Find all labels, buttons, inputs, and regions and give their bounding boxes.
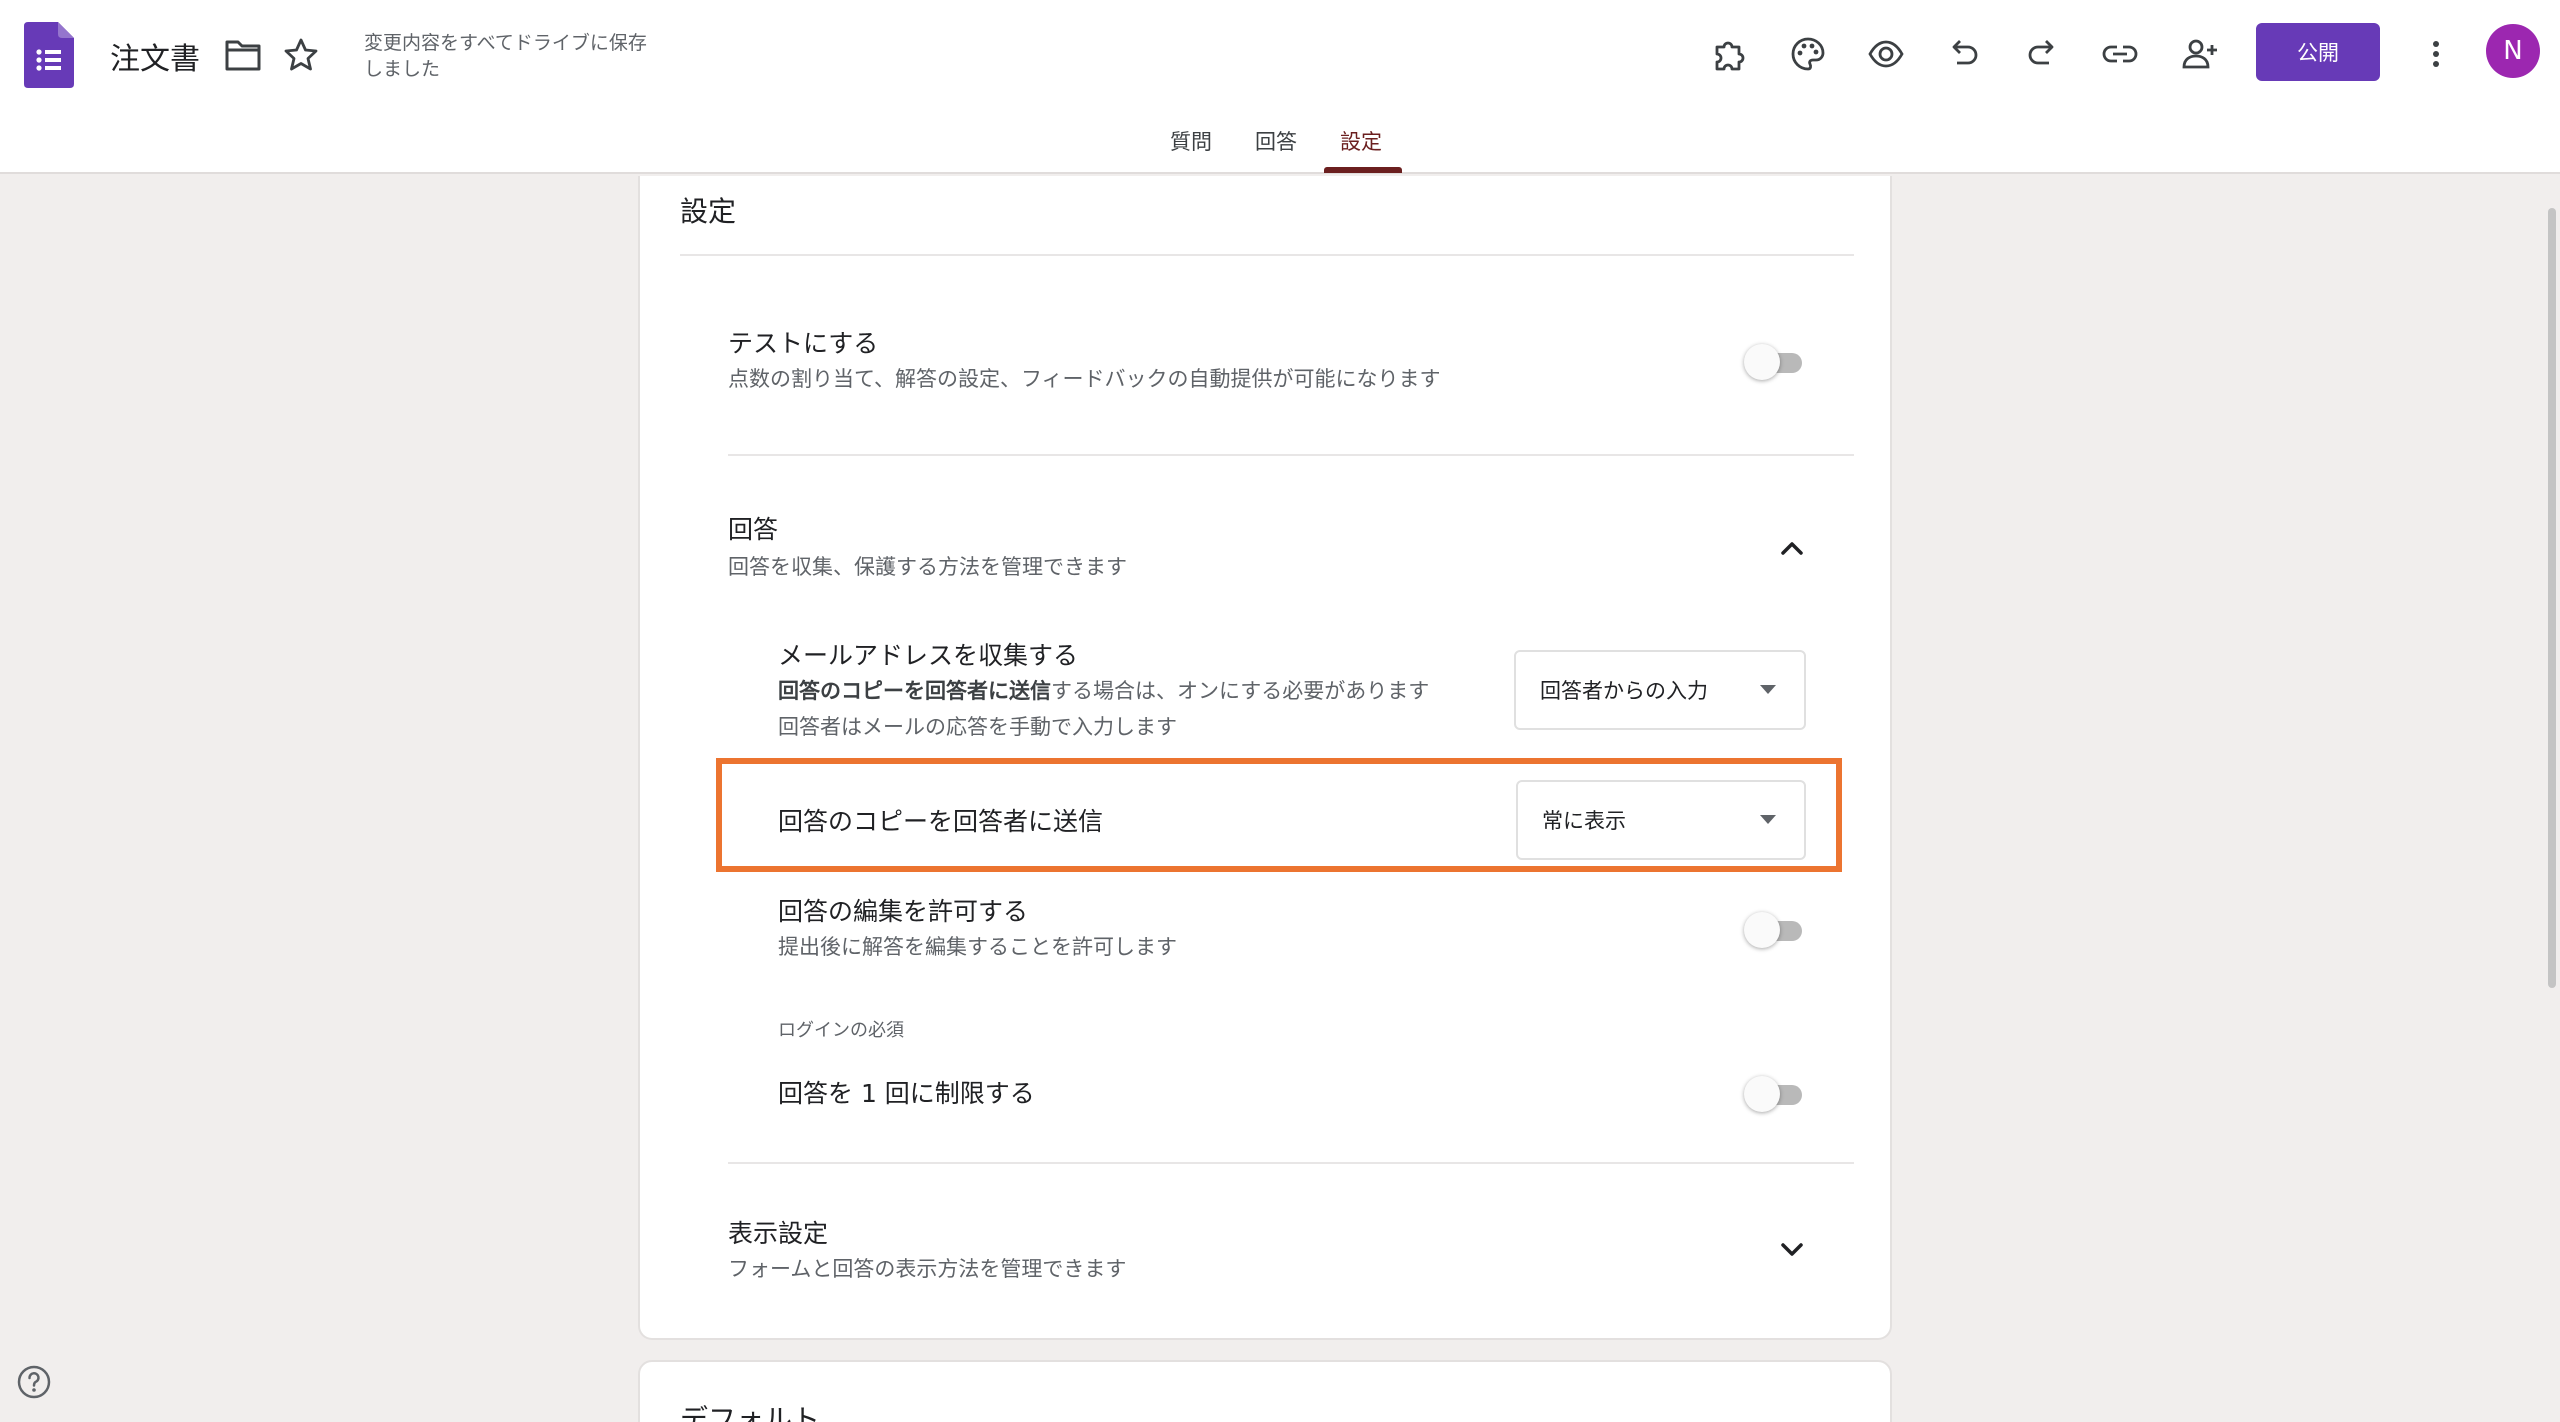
redo-icon[interactable] [2014,26,2070,82]
quiz-toggle[interactable] [1744,344,1806,380]
forms-app-icon[interactable] [24,22,74,88]
settings-heading: 設定 [680,195,737,228]
collect-email-description-rest: する場合は、オンにする必要があります [1051,679,1430,703]
collect-email-description: 回答のコピーを回答者に送信する場合は、オンにする必要があります [778,674,1429,708]
login-required-label: ログインの必須 [778,1020,904,1041]
collect-email-title: メールアドレスを収集する [778,641,1079,670]
addon-icon[interactable] [1702,26,1758,82]
active-tab-indicator [1324,167,1402,173]
undo-icon[interactable] [1936,26,1992,82]
star-icon[interactable] [282,36,320,74]
responses-section-description: 回答を収集、保護する方法を管理できます [728,555,1127,579]
preview-eye-icon[interactable] [1858,26,1914,82]
toggle-thumb [1744,344,1780,380]
folder-icon[interactable] [224,38,262,72]
quiz-divider [728,454,1854,456]
defaults-card: デフォルト [638,1360,1892,1422]
publish-button[interactable]: 公開 [2256,23,2380,81]
save-status: 変更内容をすべてドライブに保存しました [364,32,647,80]
link-icon[interactable] [2092,26,2148,82]
palette-icon[interactable] [1780,26,1836,82]
add-collaborator-icon[interactable] [2172,26,2228,82]
allow-edit-title: 回答の編集を許可する [778,897,1029,926]
tab-settings[interactable]: 設定 [1340,126,1382,156]
allow-edit-description: 提出後に解答を編集することを許可します [778,935,1177,959]
quiz-title: テストにする [728,329,879,358]
responses-divider [728,1162,1854,1164]
chevron-up-icon[interactable] [1774,530,1810,566]
highlight-annotation-box [716,758,1842,872]
form-tabs: 質問 回答 設定 [0,120,2560,174]
toggle-thumb [1744,912,1780,948]
document-title[interactable]: 注文書 [110,34,200,78]
page-scrollbar[interactable] [2548,208,2556,988]
collect-email-select[interactable]: 回答者からの入力 [1514,650,1806,730]
presentation-section-description: フォームと回答の表示方法を管理できます [728,1257,1127,1281]
allow-edit-toggle[interactable] [1744,912,1806,948]
app-header: 注文書 変更内容をすべてドライブに保存しました 公開 N 質問 回答 設定 [0,0,2560,174]
collect-email-description-emphasis: 回答のコピーを回答者に送信 [778,679,1051,703]
toggle-thumb [1744,1076,1780,1112]
chevron-down-icon[interactable] [1774,1232,1810,1268]
heading-divider [680,254,1854,256]
limit-one-response-toggle[interactable] [1744,1076,1806,1112]
help-icon[interactable] [16,1364,52,1400]
responses-section-title: 回答 [728,515,779,544]
tab-responses[interactable]: 回答 [1255,126,1297,156]
dropdown-arrow-icon [1760,685,1776,694]
quiz-description: 点数の割り当て、解答の設定、フィードバックの自動提供が可能になります [728,367,1441,391]
avatar[interactable]: N [2486,24,2540,78]
limit-one-response-title: 回答を 1 回に制限する [778,1079,1035,1108]
tab-questions[interactable]: 質問 [1170,126,1212,156]
collect-email-select-value: 回答者からの入力 [1540,679,1708,703]
defaults-card-title: デフォルト [680,1403,821,1422]
more-vert-icon[interactable] [2408,26,2464,82]
presentation-section-title: 表示設定 [728,1219,829,1248]
collect-email-description-2: 回答者はメールの応答を手動で入力します [778,715,1177,739]
